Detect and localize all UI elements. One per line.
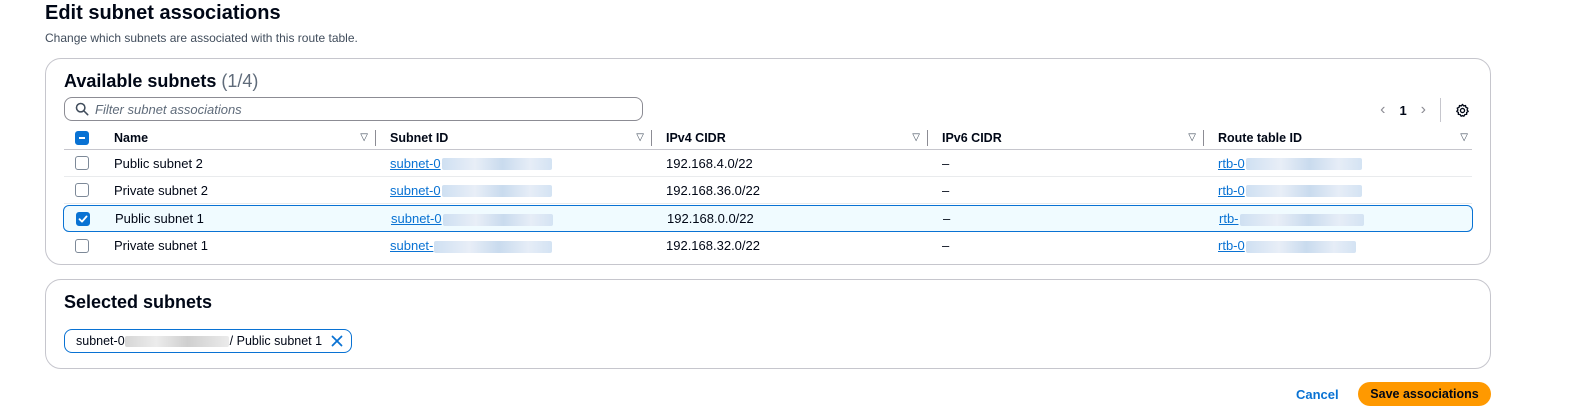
cell-route-table-id: rtb-0	[1218, 232, 1356, 259]
pagination: ‹ 1 ›	[1380, 97, 1470, 123]
cell-ipv4-cidr: 192.168.32.0/22	[666, 238, 760, 253]
cell-route-table-id: rtb-	[1219, 206, 1364, 231]
column-header-route-table-id[interactable]: Route table ID ▽	[1218, 126, 1472, 149]
select-all-checkbox[interactable]	[75, 130, 89, 145]
column-label: Route table ID	[1218, 130, 1303, 145]
route-table-link[interactable]: rtb-0	[1218, 238, 1356, 253]
row-checkbox[interactable]	[75, 238, 89, 253]
selected-subnet-token: subnet-0 / Public subnet 1	[64, 329, 353, 353]
sort-down-icon[interactable]: ▽	[1188, 132, 1196, 143]
token-subnet-id: subnet-0	[76, 334, 125, 348]
cell-ipv6-cidr: –	[942, 155, 950, 171]
cell-subnet-id: subnet-0	[390, 177, 552, 203]
column-divider[interactable]	[375, 130, 376, 146]
close-icon[interactable]	[331, 335, 343, 347]
row-checkbox-checked[interactable]	[76, 211, 90, 226]
token-subnet-name: / Public subnet 1	[229, 334, 323, 348]
subnet-id-link[interactable]: subnet-0	[391, 211, 553, 226]
pager-divider	[1440, 98, 1441, 122]
sort-down-icon[interactable]: ▽	[360, 132, 368, 143]
row-select-cell	[65, 206, 101, 231]
column-divider[interactable]	[927, 130, 928, 146]
column-divider[interactable]	[651, 130, 652, 146]
cell-ipv4-cidr: 192.168.0.0/22	[667, 211, 754, 226]
row-select-cell	[64, 232, 100, 259]
page-title: Edit subnet associations	[45, 2, 281, 24]
column-label: IPv4 CIDR	[666, 130, 726, 145]
edit-subnet-associations-page: Edit subnet associations Change which su…	[0, 0, 1581, 420]
selection-count: (1/4)	[221, 71, 259, 91]
column-header-subnet-id[interactable]: Subnet ID ▽	[390, 126, 652, 149]
column-label: Name	[114, 130, 149, 145]
route-table-link[interactable]: rtb-	[1219, 211, 1364, 226]
cell-name: Private subnet 1	[114, 238, 208, 253]
cell-ipv4-cidr: 192.168.36.0/22	[666, 182, 760, 198]
cell-ipv6-cidr: –	[942, 238, 950, 253]
cell-route-table-id: rtb-0	[1218, 150, 1362, 176]
available-subnets-panel: Available subnets (1/4) ‹ 1 ›	[45, 58, 1491, 265]
redacted-value	[124, 335, 229, 347]
current-page-number[interactable]: 1	[1395, 103, 1410, 118]
page-description: Change which subnets are associated with…	[45, 31, 358, 45]
table-row[interactable]: Private subnet 1 subnet- 192.168.32.0/22…	[64, 232, 1472, 259]
cell-subnet-id: subnet-0	[390, 150, 552, 176]
row-select-cell	[64, 177, 100, 203]
cell-route-table-id: rtb-0	[1218, 177, 1362, 203]
table-row[interactable]: Private subnet 2 subnet-0 192.168.36.0/2…	[64, 177, 1472, 204]
row-checkbox[interactable]	[75, 156, 89, 170]
next-page-icon[interactable]: ›	[1421, 101, 1426, 119]
row-select-cell	[64, 150, 100, 176]
subnet-id-link[interactable]: subnet-0	[390, 183, 552, 198]
available-subnets-header: Available subnets (1/4)	[64, 71, 258, 92]
search-icon	[75, 102, 89, 116]
available-subnets-title: Available subnets	[64, 71, 217, 91]
sort-down-icon[interactable]: ▽	[636, 132, 644, 143]
selected-subnets-title: Selected subnets	[64, 292, 213, 312]
cancel-button[interactable]: Cancel	[1290, 382, 1345, 406]
route-table-link[interactable]: rtb-0	[1218, 156, 1362, 171]
route-table-link[interactable]: rtb-0	[1218, 183, 1362, 198]
column-label: IPv6 CIDR	[942, 130, 1002, 145]
column-header-name[interactable]: Name ▽	[114, 126, 376, 149]
table-header: Name ▽ Subnet ID ▽ IPv4 CIDR ▽ IPv6 CIDR…	[64, 126, 1472, 150]
select-all-cell	[64, 126, 100, 149]
filter-input[interactable]	[89, 100, 629, 118]
table-row[interactable]: Public subnet 2 subnet-0 192.168.4.0/22 …	[64, 150, 1472, 177]
prev-page-icon[interactable]: ‹	[1380, 101, 1385, 119]
filter-box[interactable]	[64, 97, 643, 121]
cell-ipv6-cidr: –	[943, 211, 951, 226]
subnet-id-link[interactable]: subnet-0	[390, 156, 552, 171]
column-header-ipv4-cidr[interactable]: IPv4 CIDR ▽	[666, 126, 928, 149]
cell-name: Private subnet 2	[114, 182, 208, 198]
subnet-id-link[interactable]: subnet-	[390, 238, 553, 253]
cell-name: Public subnet 1	[115, 211, 204, 226]
gear-icon[interactable]	[1455, 103, 1470, 118]
column-divider[interactable]	[1203, 130, 1204, 146]
sort-down-icon[interactable]: ▽	[912, 132, 920, 143]
column-header-ipv6-cidr[interactable]: IPv6 CIDR ▽	[942, 126, 1204, 149]
save-associations-button[interactable]: Save associations	[1358, 382, 1491, 406]
row-checkbox[interactable]	[75, 183, 89, 197]
cell-ipv4-cidr: 192.168.4.0/22	[666, 155, 753, 171]
cell-name: Public subnet 2	[114, 155, 203, 171]
cell-subnet-id: subnet-	[390, 232, 553, 259]
cell-subnet-id: subnet-0	[391, 206, 553, 231]
table-row-selected[interactable]: Public subnet 1 subnet-0 192.168.0.0/22 …	[63, 205, 1473, 232]
cell-ipv6-cidr: –	[942, 182, 950, 198]
sort-down-icon[interactable]: ▽	[1460, 132, 1468, 143]
column-label: Subnet ID	[390, 130, 449, 145]
selected-subnets-panel: Selected subnets subnet-0 / Public subne…	[45, 279, 1491, 369]
